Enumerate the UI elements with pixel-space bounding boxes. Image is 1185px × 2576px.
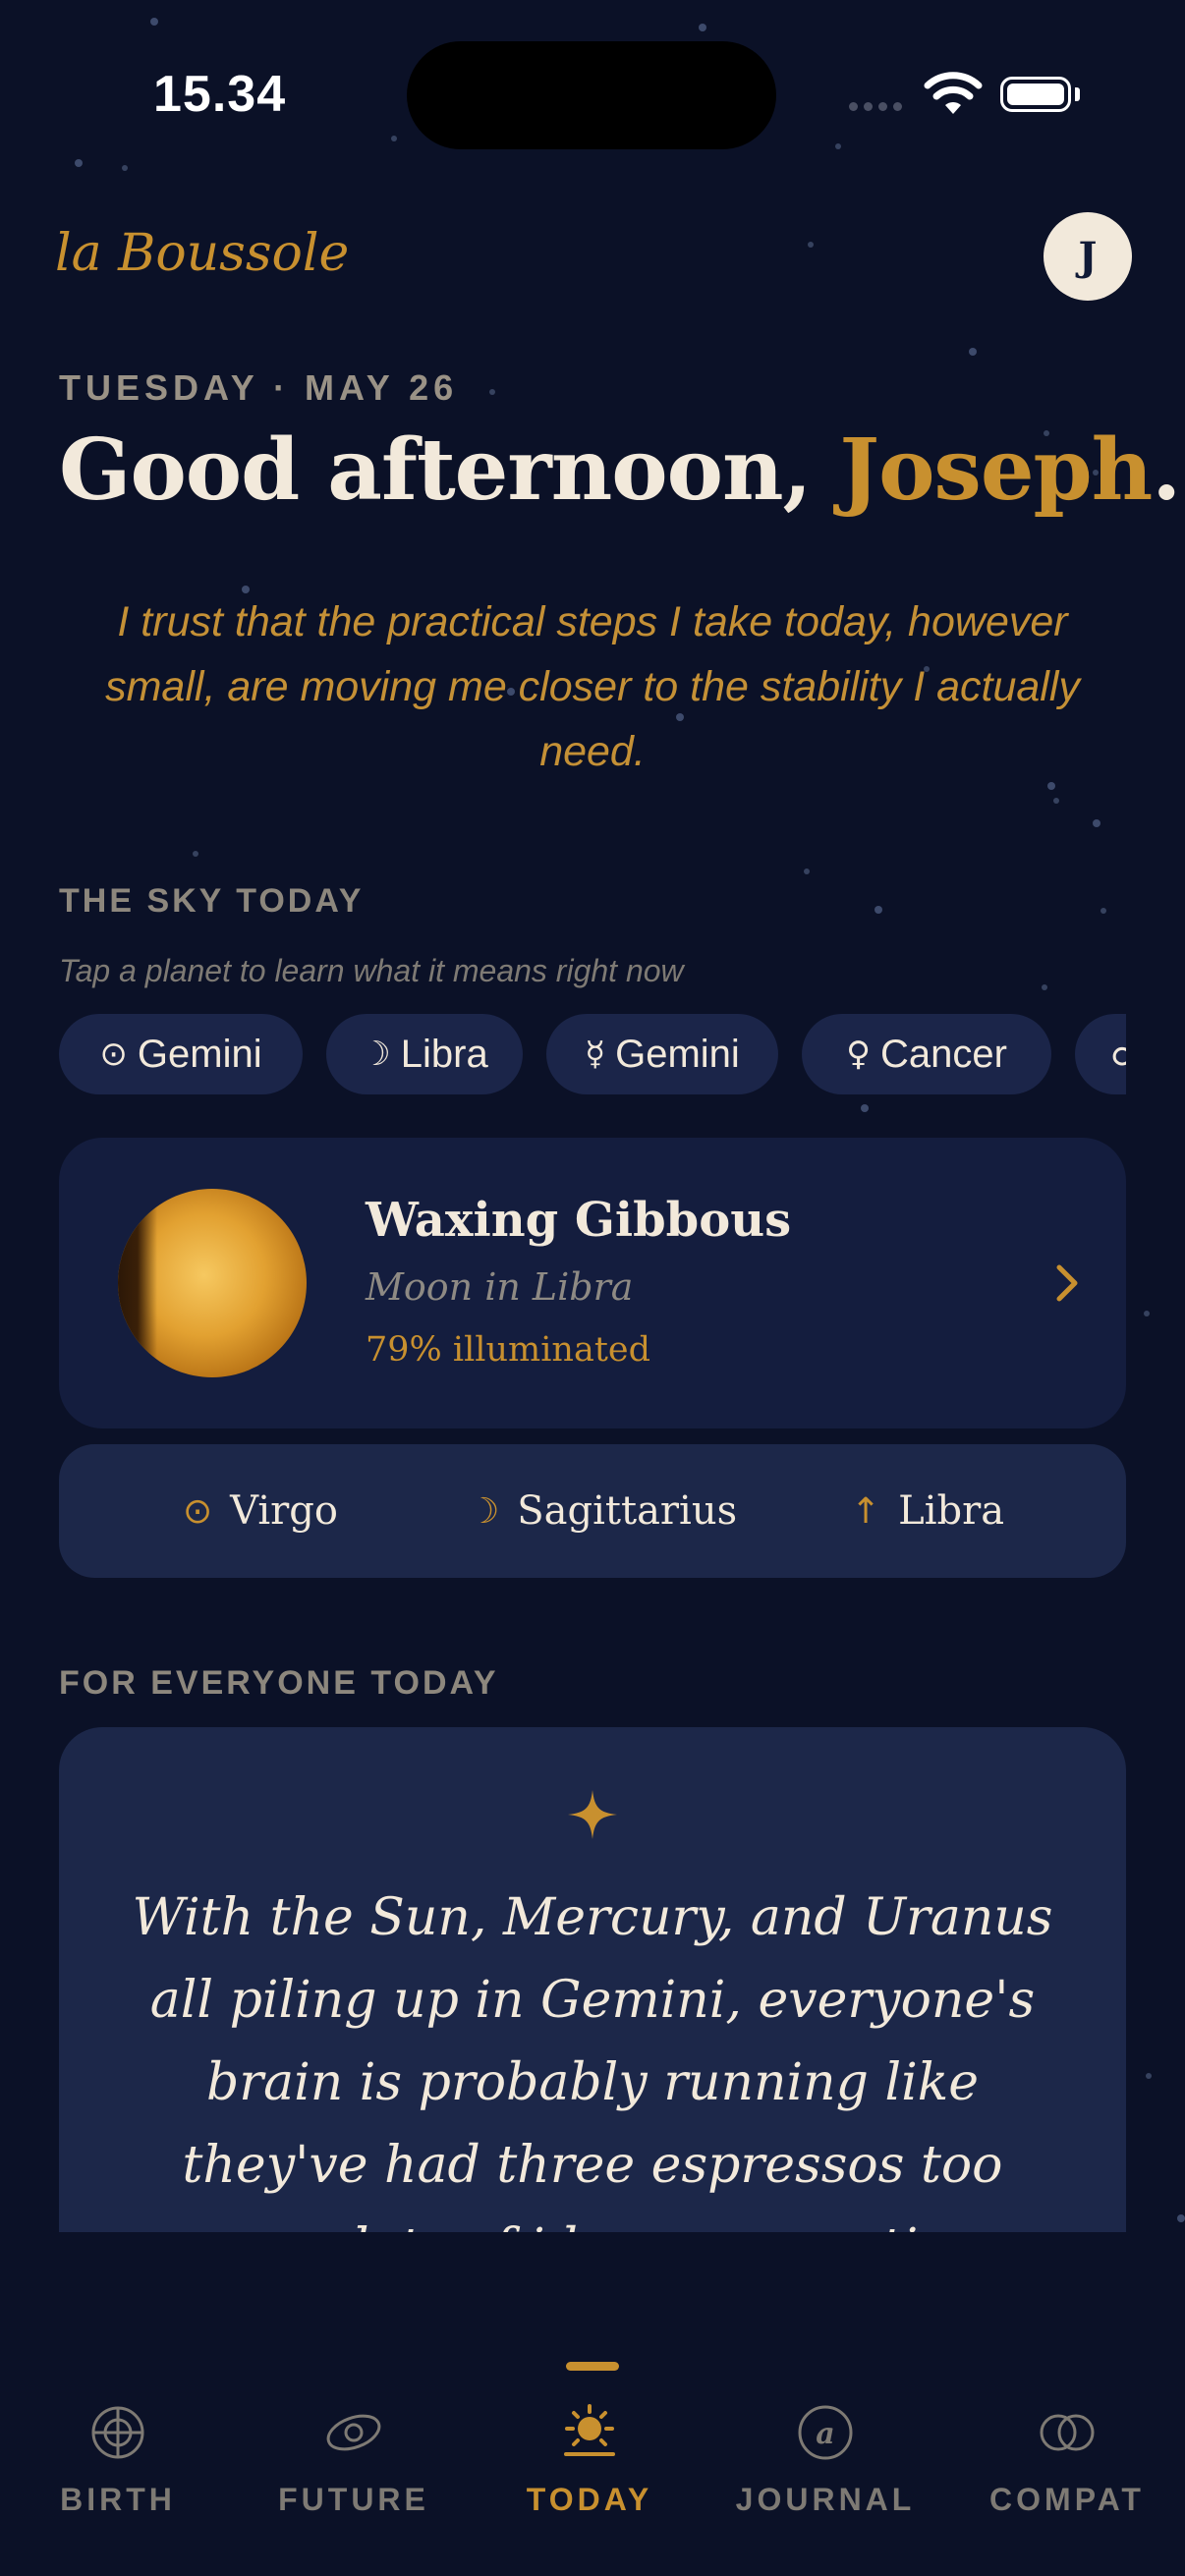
planet-chip-label: Gemini bbox=[615, 1032, 740, 1076]
planet-chip-label: Cancer bbox=[879, 1032, 1007, 1076]
planet-chip-venus[interactable]: ♀ Cancer bbox=[802, 1014, 1051, 1094]
tab-future-label: FUTURE bbox=[278, 2482, 429, 2517]
big-three-placements: ⊙ Virgo ☽ Sagittarius ↑ Libra bbox=[59, 1444, 1126, 1578]
planet-chip-label: Libra bbox=[400, 1032, 488, 1076]
for-everyone-text: With the Sun, Mercury, and Uranus all pi… bbox=[132, 1888, 1053, 2238]
greeting-suffix: . bbox=[1152, 420, 1181, 520]
chevron-right-icon bbox=[1056, 1264, 1078, 1302]
tab-compat-label: COMPAT bbox=[989, 2482, 1145, 2517]
sky-today-heading: THE SKY TODAY bbox=[59, 882, 365, 920]
battery-icon bbox=[1000, 77, 1071, 112]
for-everyone-heading: FOR EVERYONE TODAY bbox=[59, 1664, 499, 1702]
moon-sign: Moon in Libra bbox=[366, 1265, 634, 1309]
journal-at-icon: a bbox=[798, 2405, 853, 2460]
wifi-icon bbox=[924, 72, 983, 114]
app-brand-logo: la Boussole bbox=[55, 224, 350, 283]
greeting-prefix: Good afternoon, bbox=[59, 420, 840, 520]
orbit-icon bbox=[326, 2414, 381, 2451]
dynamic-island bbox=[407, 41, 776, 149]
sun-icon: ⊙ bbox=[99, 1035, 128, 1074]
planet-chip-sun[interactable]: ⊙ Gemini bbox=[59, 1014, 303, 1094]
birth-chart-icon bbox=[91, 2406, 144, 2459]
tab-journal-label: JOURNAL bbox=[735, 2482, 916, 2517]
svg-text:a: a bbox=[816, 2417, 834, 2451]
tab-birth[interactable]: BIRTH bbox=[0, 2346, 236, 2543]
mercury-icon: ☿ bbox=[585, 1035, 606, 1074]
moon-shadow bbox=[118, 1189, 157, 1377]
moon-phase-card[interactable]: Waxing Gibbous Moon in Libra 79% illumin… bbox=[59, 1138, 1126, 1428]
moon-icon: ☽ bbox=[361, 1035, 391, 1074]
tab-future[interactable]: FUTURE bbox=[236, 2346, 472, 2543]
tab-compat[interactable]: COMPAT bbox=[949, 2346, 1185, 2543]
sun-icon: ⊙ bbox=[183, 1490, 213, 1532]
status-bar: 15.34 bbox=[0, 0, 1185, 196]
planet-chips-scroller[interactable]: ⊙ Gemini ☽ Libra ☿ Gemini ♀ Cancer ♂ bbox=[59, 1014, 1126, 1096]
moon-icon: ☽ bbox=[468, 1490, 500, 1532]
bottom-tab-bar: BIRTH FUTURE TODAY a JOURNAL COMPAT bbox=[0, 2232, 1185, 2576]
for-everyone-card: With the Sun, Mercury, and Uranus all pi… bbox=[59, 1727, 1126, 2238]
moon-phase-title: Waxing Gibbous bbox=[366, 1193, 792, 1248]
planet-chip-label: Gemini bbox=[137, 1032, 262, 1076]
placement-sun-label: Virgo bbox=[230, 1488, 338, 1534]
placement-sun: ⊙ Virgo bbox=[183, 1444, 338, 1578]
placement-rising-label: Libra bbox=[898, 1488, 1005, 1534]
placement-rising: ↑ Libra bbox=[851, 1444, 1004, 1578]
rising-arrow-icon: ↑ bbox=[851, 1490, 881, 1532]
tab-journal[interactable]: a JOURNAL bbox=[707, 2346, 943, 2543]
sun-icon bbox=[564, 2404, 615, 2456]
cellular-signal-icon bbox=[849, 102, 902, 111]
planet-chip-mars[interactable]: ♂ bbox=[1075, 1014, 1126, 1094]
planet-chip-moon[interactable]: ☽ Libra bbox=[326, 1014, 523, 1094]
mars-icon: ♂ bbox=[1110, 1035, 1126, 1074]
profile-avatar-button[interactable]: J bbox=[1044, 212, 1132, 301]
greeting-heading: Good afternoon, Joseph. bbox=[59, 420, 1181, 520]
placement-moon: ☽ Sagittarius bbox=[468, 1444, 737, 1578]
sparkle-icon bbox=[568, 1790, 617, 1839]
current-date: TUESDAY · MAY 26 bbox=[59, 367, 459, 408]
daily-affirmation: I trust that the practical steps I take … bbox=[105, 598, 1080, 775]
venus-icon: ♀ bbox=[846, 1035, 871, 1074]
sky-today-subtitle: Tap a planet to learn what it means righ… bbox=[59, 953, 684, 988]
planet-chip-mercury[interactable]: ☿ Gemini bbox=[546, 1014, 778, 1094]
status-time: 15.34 bbox=[153, 66, 287, 123]
moon-phase-visual bbox=[118, 1189, 307, 1377]
greeting-user-name: Joseph bbox=[839, 420, 1153, 520]
active-tab-indicator bbox=[566, 2362, 619, 2371]
tab-today[interactable]: TODAY bbox=[472, 2346, 707, 2543]
placement-moon-label: Sagittarius bbox=[517, 1488, 738, 1534]
battery-nub bbox=[1075, 87, 1080, 101]
moon-illumination: 79% illuminated bbox=[366, 1330, 651, 1370]
compatibility-rings-icon bbox=[1040, 2414, 1095, 2451]
tab-birth-label: BIRTH bbox=[60, 2482, 176, 2517]
tab-today-label: TODAY bbox=[526, 2482, 653, 2517]
